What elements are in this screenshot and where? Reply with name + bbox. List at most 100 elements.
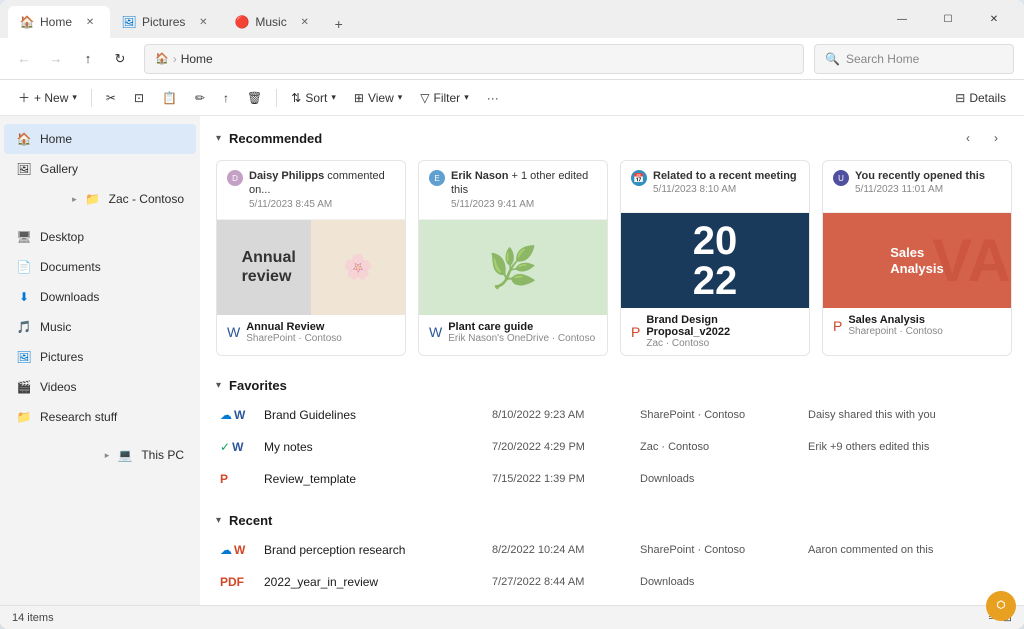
list-item[interactable]: ☁ W Brand Guidelines 8/10/2022 9:23 AM S… [216, 399, 1008, 431]
card-annual-header: D Daisy Philipps commented on... 5/11/20… [217, 161, 405, 220]
new-icon: ＋ [18, 89, 30, 106]
card-brand-who: Related to a recent meeting [653, 170, 797, 182]
sidebar-item-downloads[interactable]: ⬇ Downloads 📌 [4, 282, 196, 312]
recommended-prev-button[interactable]: ‹ [956, 126, 980, 150]
onedrive-perception-icon: ☁ [220, 543, 232, 557]
share-icon: ↑ [223, 91, 229, 105]
titlebar: 🏠 Home ✕ 🖼 Pictures ✕ 🔴 Music ✕ + — ☐ ✕ [0, 0, 1024, 38]
pdf-icon: PDF [220, 575, 244, 589]
recommended-collapse-icon[interactable]: ▾ [216, 133, 221, 144]
sidebar-item-this-pc[interactable]: ▸ 💻 This PC [4, 440, 196, 470]
rename-icon: ✏ [195, 91, 205, 105]
action-bar: ＋ + New ▾ ✂ ⊡ 📋 ✏ ↑ 🗑 ⇅ Sort ▾ ⊞ View ▾ … [0, 80, 1024, 116]
up-button[interactable]: ↑ [74, 45, 102, 73]
sort-button[interactable]: ⇅ Sort ▾ [283, 87, 344, 109]
more-button[interactable]: ··· [479, 87, 507, 109]
brand-perception-icons: ☁ W [220, 543, 256, 557]
word-perception-icon: W [234, 543, 245, 557]
card-plant-footer: W Plant care guide Erik Nason's OneDrive… [419, 315, 607, 350]
new-button[interactable]: ＋ + New ▾ [10, 85, 85, 110]
tab-pictures-close[interactable]: ✕ [195, 14, 211, 30]
card-brand-header: 📅 Related to a recent meeting 5/11/2023 … [621, 161, 809, 213]
card-plant-location: Erik Nason's OneDrive · Contoso [448, 333, 595, 344]
card-annual-name: Annual Review [246, 321, 342, 333]
delete-button[interactable]: 🗑 [239, 87, 270, 109]
forward-button[interactable]: → [42, 45, 70, 73]
card-annual-who: Daisy Philipps [249, 170, 324, 182]
sidebar-videos-label: Videos [40, 380, 76, 394]
view-button[interactable]: ⊞ View ▾ [346, 87, 410, 109]
sort-label: Sort [305, 91, 327, 105]
downloads-icon: ⬇ [16, 289, 32, 305]
word-doc-icon: W [234, 408, 245, 422]
brand-guidelines-date: 8/10/2022 9:23 AM [492, 409, 632, 421]
videos-icon: 🎬 [16, 379, 32, 395]
my-notes-icons: ✓ W [220, 440, 256, 454]
tab-music[interactable]: 🔴 Music ✕ [223, 6, 324, 38]
tab-pictures[interactable]: 🖼 Pictures ✕ [110, 6, 223, 38]
share-button[interactable]: ↑ [215, 87, 237, 109]
paste-button[interactable]: 📋 [154, 87, 185, 109]
add-tab-button[interactable]: + [325, 10, 353, 38]
filter-icon: ▽ [420, 91, 429, 105]
copy-button[interactable]: ⊡ [126, 87, 152, 109]
sidebar-item-music[interactable]: 🎵 Music 📌 [4, 312, 196, 342]
close-button[interactable]: ✕ [972, 3, 1016, 35]
sidebar-item-zac-contoso[interactable]: ▸ 📁 Zac - Contoso [4, 184, 196, 214]
review-template-icons: P [220, 472, 256, 486]
tab-music-label: Music [255, 15, 286, 29]
cut-button[interactable]: ✂ [98, 87, 124, 109]
sidebar-item-documents[interactable]: 📄 Documents 📌 [4, 252, 196, 282]
recent-collapse-icon[interactable]: ▾ [216, 515, 221, 526]
minimize-button[interactable]: — [880, 3, 924, 35]
refresh-button[interactable]: ↻ [106, 45, 134, 73]
recent-header: ▾ Recent [200, 503, 1024, 534]
list-item[interactable]: ☁ W UR Project 7/25/2022 5:41 PM SharePo… [216, 598, 1008, 605]
details-icon: ⊟ [955, 91, 965, 105]
erik-avatar: E [429, 170, 445, 186]
my-notes-activity: Erik +9 others edited this [808, 441, 1004, 453]
card-annual-review[interactable]: D Daisy Philipps commented on... 5/11/20… [216, 160, 406, 356]
rename-button[interactable]: ✏ [187, 87, 213, 109]
card-sales-analysis[interactable]: U You recently opened this 5/11/2023 11:… [822, 160, 1012, 356]
maximize-button[interactable]: ☐ [926, 3, 970, 35]
ppt-sales-icon: P [833, 318, 842, 334]
sidebar-item-gallery[interactable]: 🖼 Gallery [4, 154, 196, 184]
breadcrumb[interactable]: 🏠 › Home [144, 44, 804, 74]
brand-thumb-visual: 20 22 ⬡ [621, 213, 809, 308]
brand-guidelines-name: Brand Guidelines [264, 408, 484, 422]
list-item[interactable]: PDF 2022_year_in_review 7/27/2022 8:44 A… [216, 566, 1008, 598]
sidebar-this-pc-label: This PC [141, 448, 184, 462]
view-chevron: ▾ [398, 92, 403, 103]
search-box[interactable]: 🔍 Search Home [814, 44, 1014, 74]
card-sales-thumb: Sales Analysis VA [823, 213, 1011, 308]
tab-home-close[interactable]: ✕ [82, 14, 98, 30]
recent-title: Recent [229, 513, 272, 528]
recommended-next-button[interactable]: › [984, 126, 1008, 150]
card-plant-care[interactable]: E Erik Nason + 1 other edited this 5/11/… [418, 160, 608, 356]
sidebar-item-pictures[interactable]: 🖼 Pictures 📌 [4, 342, 196, 372]
card-sales-who: You recently opened this [855, 170, 985, 182]
status-bar: 14 items ≡ ⊞ [0, 605, 1024, 629]
sidebar-item-research[interactable]: 📁 Research stuff 📌 [4, 402, 196, 432]
list-item[interactable]: ✓ W My notes 7/20/2022 4:29 PM Zac · Con… [216, 431, 1008, 463]
my-notes-location: Zac · Contoso [640, 441, 800, 453]
year-review-icons: PDF [220, 575, 256, 589]
card-brand-location: Zac · Contoso [646, 338, 799, 349]
filter-button[interactable]: ▽ Filter ▾ [412, 87, 476, 109]
tab-music-close[interactable]: ✕ [297, 14, 313, 30]
sidebar-item-home[interactable]: 🏠 Home [4, 124, 196, 154]
sidebar-item-videos[interactable]: 🎬 Videos 📌 [4, 372, 196, 402]
list-item[interactable]: ☁ W Brand perception research 8/2/2022 1… [216, 534, 1008, 566]
back-button[interactable]: ← [10, 45, 38, 73]
details-button[interactable]: ⊟ Details [947, 87, 1014, 109]
sidebar-item-desktop[interactable]: 🖥 Desktop 📌 [4, 222, 196, 252]
content-area: ▾ Recommended ‹ › D Daisy Philipps comme… [200, 116, 1024, 605]
favorites-collapse-icon[interactable]: ▾ [216, 380, 221, 391]
list-item[interactable]: P Review_template 7/15/2022 1:39 PM Down… [216, 463, 1008, 495]
recommended-nav: ‹ › [956, 126, 1008, 150]
brand-perception-activity: Aaron commented on this [808, 544, 1004, 556]
tab-home[interactable]: 🏠 Home ✕ [8, 6, 110, 38]
separator-2 [276, 89, 277, 107]
card-brand-proposal[interactable]: 📅 Related to a recent meeting 5/11/2023 … [620, 160, 810, 356]
